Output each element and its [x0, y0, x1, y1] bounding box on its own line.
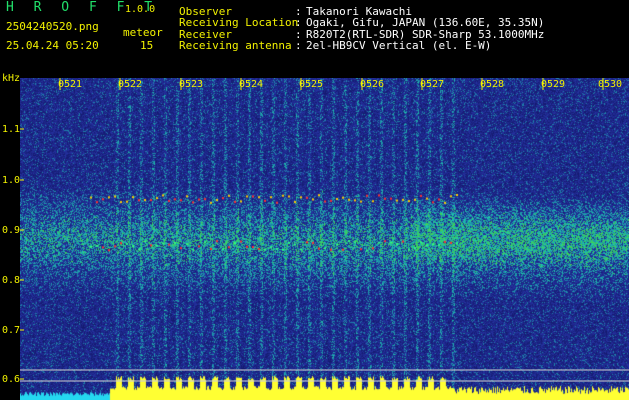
x-tick-label: 0528 — [480, 79, 505, 90]
x-tick-label: 0529 — [541, 79, 566, 90]
y-axis-unit: kHz — [2, 73, 21, 84]
x-tick-label: 0523 — [179, 79, 204, 90]
y-tick-label: 0.8 — [2, 275, 21, 286]
x-tick-label: 0521 — [58, 79, 83, 90]
spectrogram-overlay — [20, 78, 629, 382]
y-tick-label: 0.6 — [2, 374, 21, 385]
x-tick-label: 0526 — [360, 79, 385, 90]
x-tick-label: 0530 — [598, 79, 623, 90]
x-tick-label: 0525 — [299, 79, 324, 90]
x-tick-label: 0522 — [118, 79, 143, 90]
y-axis-tick-marks — [20, 128, 24, 380]
y-tick-label: 1.1 — [2, 124, 21, 135]
x-tick-label: 0524 — [239, 79, 264, 90]
x-tick-label: 0527 — [420, 79, 445, 90]
y-tick-label: 1.0 — [2, 175, 21, 186]
y-tick-label: 0.7 — [2, 325, 21, 336]
y-tick-label: 0.9 — [2, 225, 21, 236]
reference-lines — [20, 369, 629, 382]
hrofft-window: H R O F F T 1.0.0 2504240520.png 25.04.2… — [0, 0, 629, 400]
